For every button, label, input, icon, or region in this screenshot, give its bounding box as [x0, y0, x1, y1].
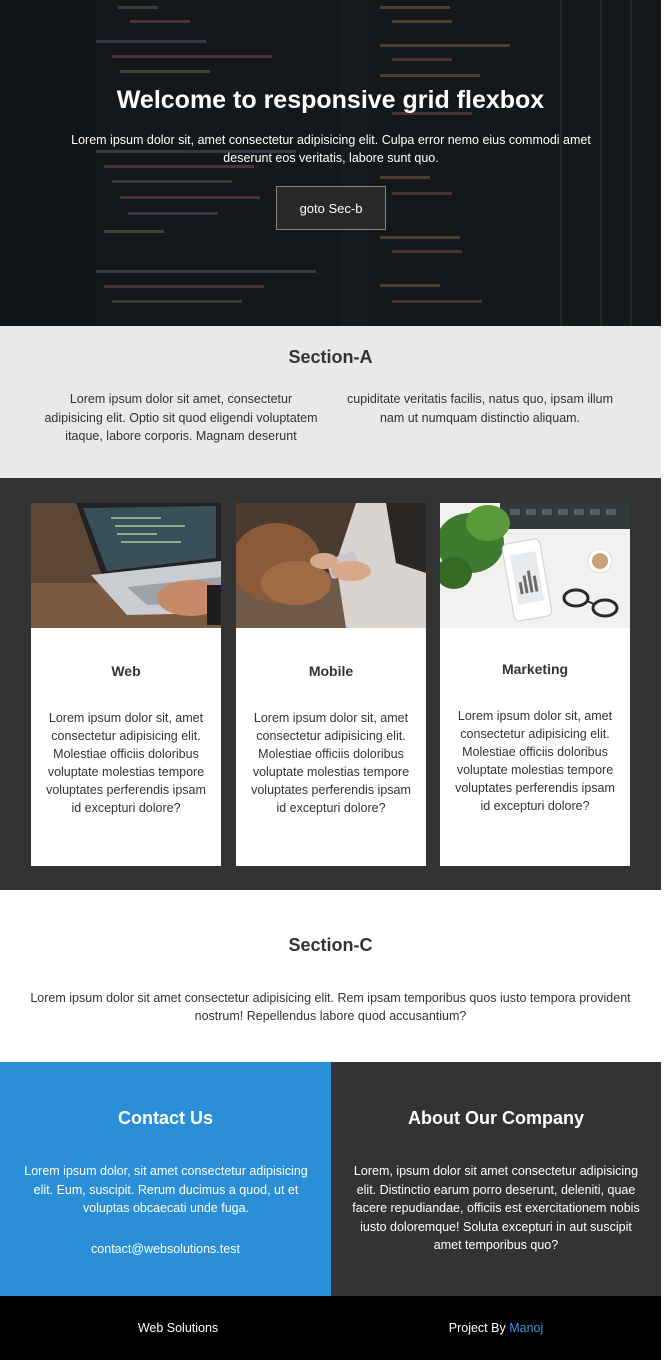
card-web: Web Lorem ipsum dolor sit, amet consecte…	[31, 503, 221, 866]
section-a: Section-A Lorem ipsum dolor sit amet, co…	[0, 326, 661, 478]
goto-sec-b-button[interactable]: goto Sec-b	[276, 186, 386, 230]
phone-user-image	[236, 503, 426, 628]
contact-title: Contact Us	[117, 1108, 213, 1128]
hero-title: Welcome to responsive grid flexbox	[116, 86, 545, 114]
contact-text: Lorem ipsum dolor, sit amet consectetur …	[24, 1164, 308, 1215]
hero-text: Lorem ipsum dolor sit, amet consectetur …	[71, 133, 591, 165]
section-a-title: Section-A	[288, 347, 373, 367]
card-mobile-title: Mobile	[308, 663, 354, 679]
footer-author-link[interactable]: Manoj	[509, 1321, 543, 1335]
tablet-desk-image	[440, 503, 630, 628]
about-text: Lorem, ipsum dolor sit amet consectetur …	[352, 1164, 640, 1252]
card-marketing: Marketing Lorem ipsum dolor sit, amet co…	[440, 503, 630, 866]
section-b-cards: Web Lorem ipsum dolor sit, amet consecte…	[0, 478, 661, 890]
footer: Web Solutions Project By Manoj	[0, 1296, 661, 1360]
section-a-column-1: Lorem ipsum dolor sit amet, consectetur …	[44, 392, 318, 443]
footer-credit: Project By Manoj	[331, 1321, 661, 1335]
footer-brand: Web Solutions	[137, 1321, 219, 1335]
section-c-text: Lorem ipsum dolor sit amet consectetur a…	[30, 991, 631, 1023]
footer-credit-prefix: Project By	[448, 1321, 506, 1335]
card-marketing-text: Lorem ipsum dolor sit, amet consectetur …	[455, 709, 615, 813]
card-mobile-text: Lorem ipsum dolor sit, amet consectetur …	[251, 711, 411, 815]
card-web-text: Lorem ipsum dolor sit, amet consectetur …	[46, 711, 206, 815]
contact-section: Contact Us Lorem ipsum dolor, sit amet c…	[0, 1062, 331, 1296]
card-marketing-title: Marketing	[501, 661, 569, 677]
hero-section: Welcome to responsive grid flexbox Lorem…	[0, 0, 661, 326]
card-web-title: Web	[111, 663, 141, 679]
section-c: Section-C Lorem ipsum dolor sit amet con…	[0, 890, 661, 1062]
about-title: About Our Company	[408, 1108, 584, 1128]
laptop-image	[31, 503, 221, 628]
contact-email-link[interactable]: contact@websolutions.test	[0, 1242, 331, 1256]
card-mobile: Mobile Lorem ipsum dolor sit, amet conse…	[236, 503, 426, 866]
section-c-title: Section-C	[288, 935, 373, 955]
section-a-column-2: cupiditate veritatis facilis, natus quo,…	[346, 392, 614, 425]
about-section: About Our Company Lorem, ipsum dolor sit…	[331, 1062, 661, 1296]
